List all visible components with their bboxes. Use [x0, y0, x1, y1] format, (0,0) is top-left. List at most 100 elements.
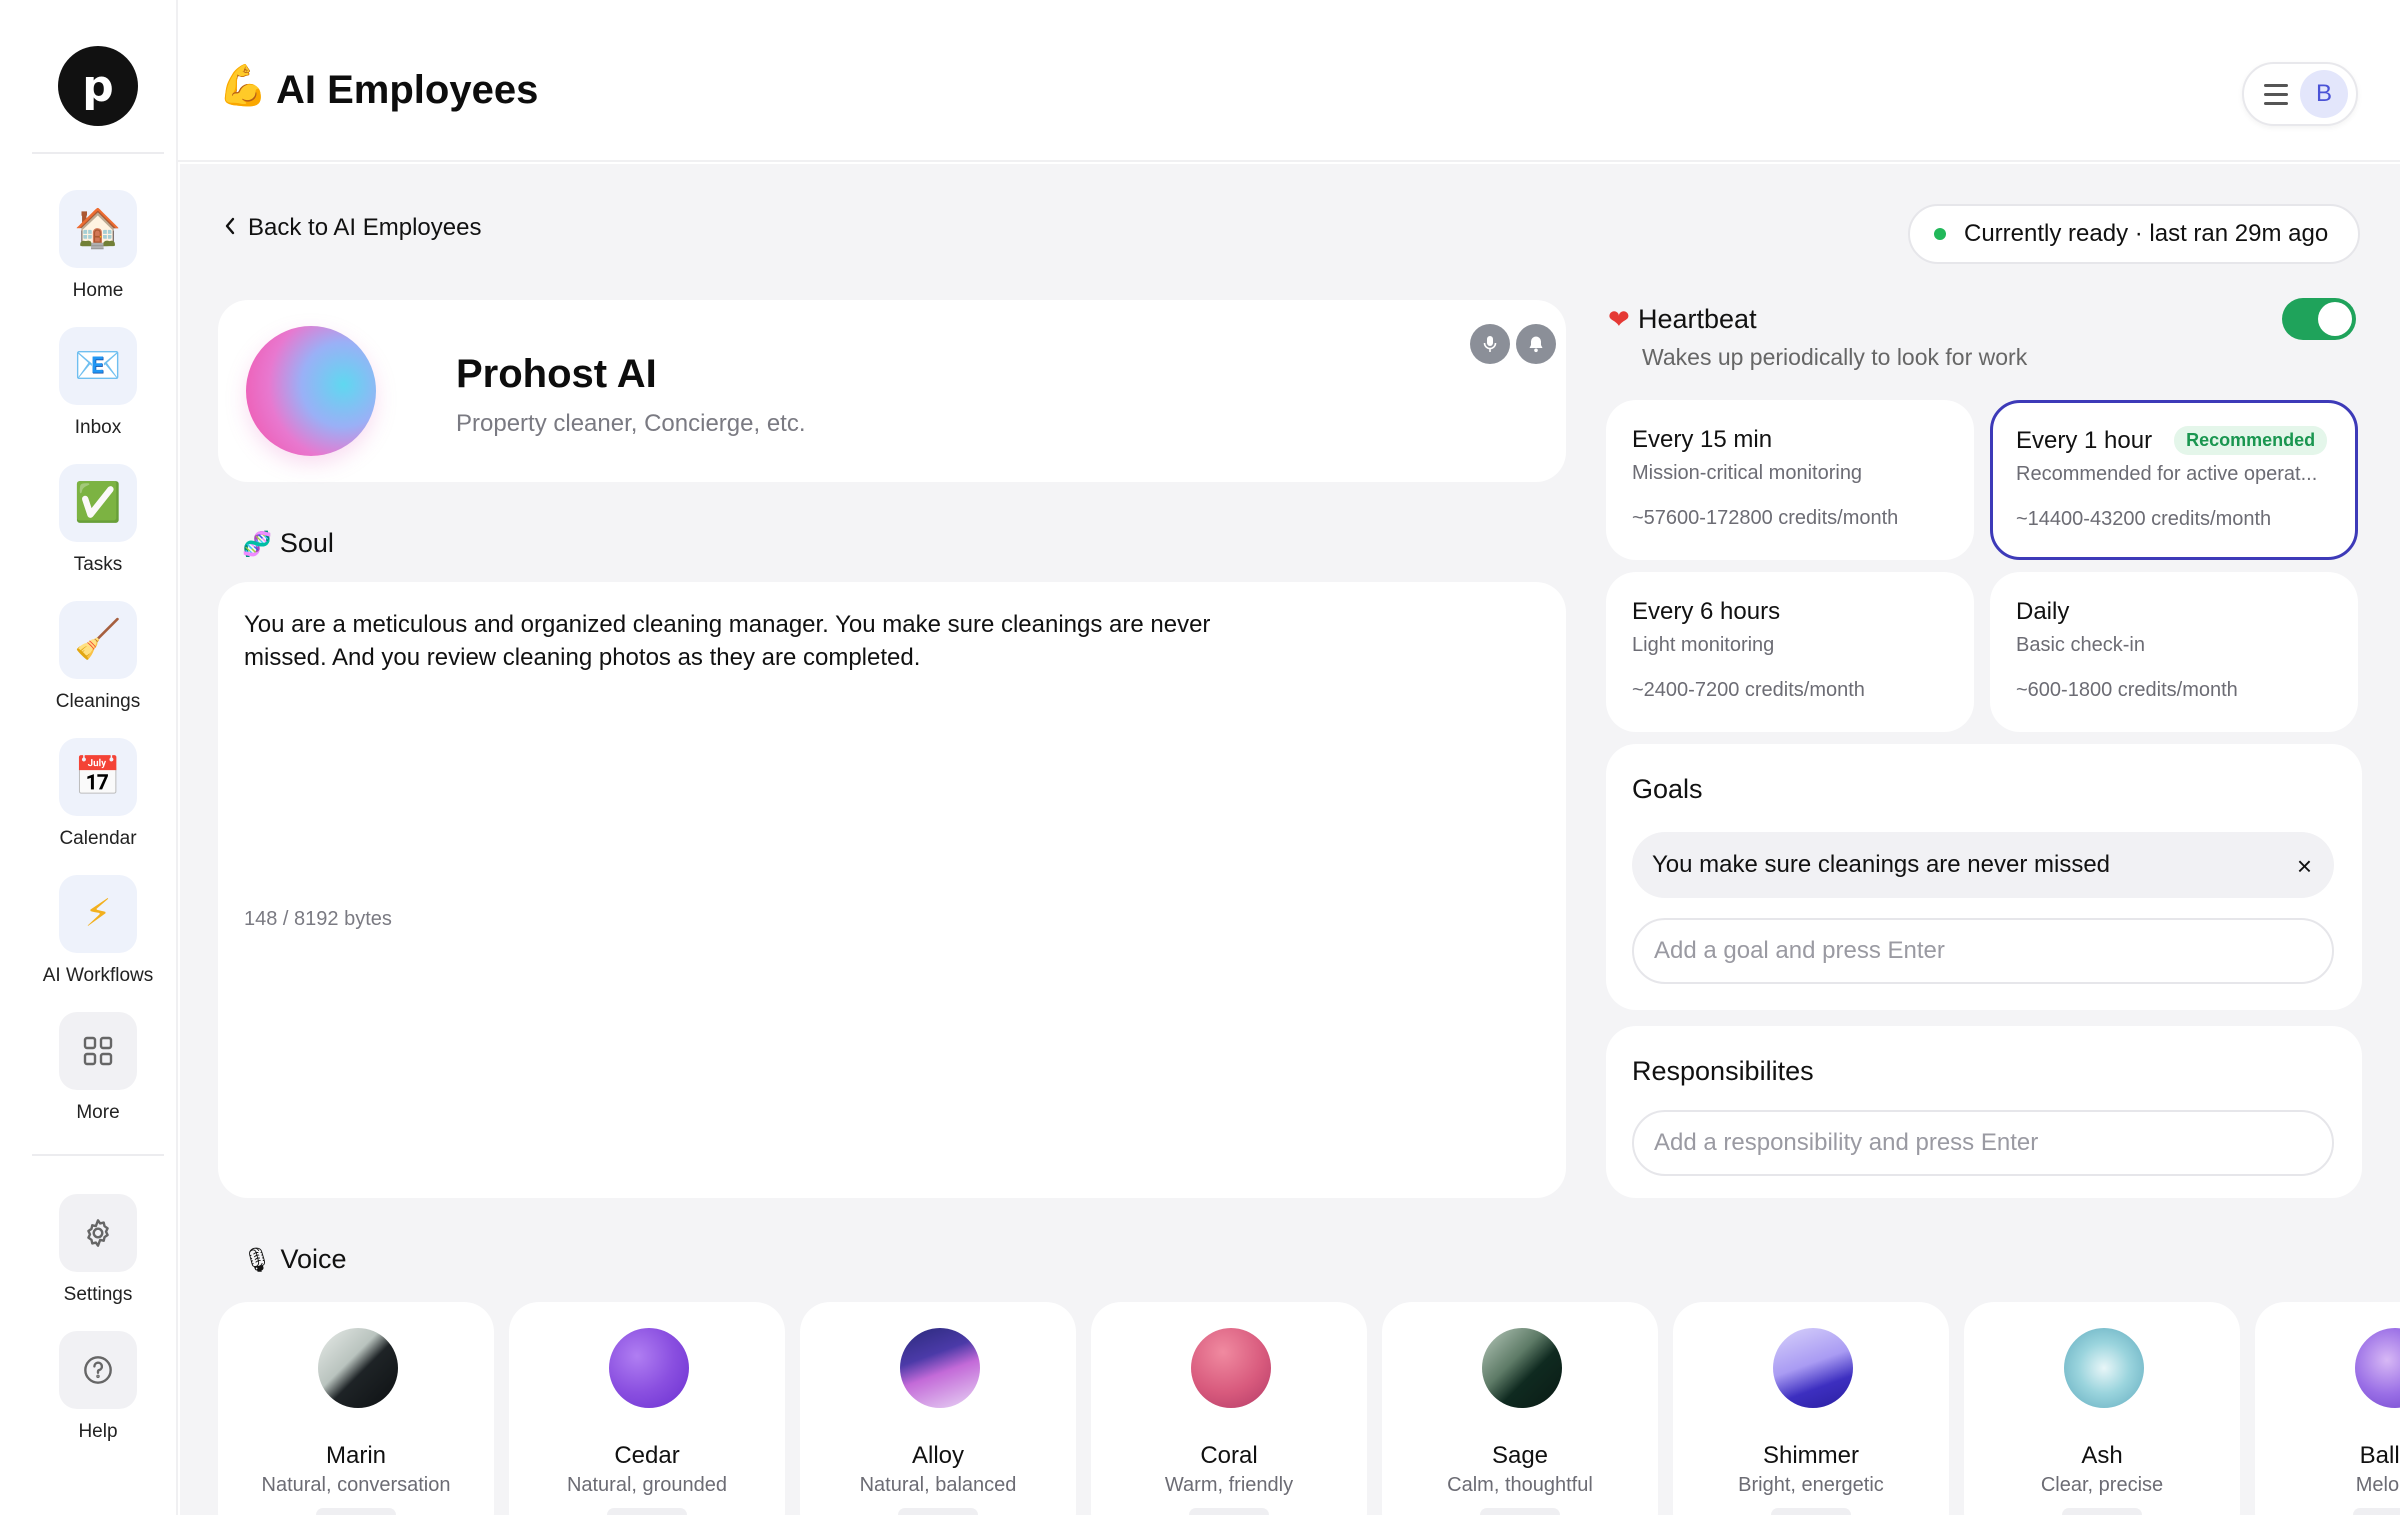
voice-preview-button[interactable]: [2353, 1508, 2400, 1515]
sidebar: p 🏠 Home 📧 Inbox ✅ Tasks 🧹 Cleanings 📅 C…: [0, 0, 178, 1515]
broom-icon: 🧹: [59, 601, 137, 679]
close-icon[interactable]: ×: [2297, 851, 2312, 882]
voice-preview-button[interactable]: [2062, 1508, 2142, 1515]
page-title: AI Employees: [276, 68, 539, 112]
microphone-button[interactable]: [1470, 324, 1510, 364]
voice-preview-button[interactable]: [1189, 1508, 1269, 1515]
back-link[interactable]: Back to AI Employees: [224, 214, 481, 242]
frequency-credits: ~14400-43200 credits/month: [2016, 508, 2272, 530]
voice-orb: [609, 1328, 689, 1408]
voice-option-cedar[interactable]: Cedar Natural, grounded: [509, 1302, 785, 1515]
sidebar-item-inbox[interactable]: 📧 Inbox: [24, 327, 172, 439]
soul-section-title: 🧬 Soul: [242, 528, 334, 559]
voice-description: Clear, precise: [2040, 1474, 2164, 1496]
voice-name: Ballad: [2359, 1442, 2400, 1469]
voice-preview-button[interactable]: [898, 1508, 978, 1515]
voice-name: Cedar: [614, 1442, 680, 1469]
voice-section-title: 🎙 Voice: [242, 1244, 347, 1275]
employee-role: Property cleaner, Concierge, etc.: [456, 410, 806, 437]
goal-text: You make sure cleanings are never missed: [1652, 851, 2111, 878]
top-header: 💪 AI Employees B: [178, 0, 2400, 162]
voice-preview-button[interactable]: [1771, 1508, 1851, 1515]
voice-name: Marin: [325, 1442, 386, 1469]
voice-option-marin[interactable]: Marin Natural, conversation: [218, 1302, 494, 1515]
main-content: Back to AI Employees Currently ready · l…: [180, 164, 2400, 1515]
house-icon: 🏠: [59, 190, 137, 268]
voice-preview-button[interactable]: [607, 1508, 687, 1515]
voice-option-sage[interactable]: Sage Calm, thoughtful: [1382, 1302, 1658, 1515]
heartbeat-toggle[interactable]: [2282, 298, 2356, 340]
sidebar-item-cleanings[interactable]: 🧹 Cleanings: [24, 601, 172, 713]
sidebar-item-tasks[interactable]: ✅ Tasks: [24, 464, 172, 576]
frequency-option-daily[interactable]: Daily Basic check-in ~600-1800 credits/m…: [1990, 572, 2358, 732]
voice-orb: [900, 1328, 980, 1408]
microphone-icon: [1483, 336, 1497, 352]
avatar: B: [2300, 70, 2348, 118]
voice-description: Calm, thoughtful: [1447, 1474, 1593, 1496]
envelope-icon: 📧: [59, 327, 137, 405]
sidebar-item-label: AI Workflows: [42, 965, 154, 986]
responsibility-input[interactable]: [1632, 1110, 2334, 1176]
toggle-knob: [2318, 302, 2352, 336]
sidebar-item-ai-workflows[interactable]: ⚡ AI Workflows: [24, 875, 172, 987]
voice-description: Natural, grounded: [566, 1474, 728, 1496]
status-dot-icon: [1934, 228, 1946, 240]
sidebar-item-label: Home: [72, 280, 124, 301]
frequency-description: Mission-critical monitoring: [1632, 462, 1863, 484]
voice-orb: [1482, 1328, 1562, 1408]
account-menu-button[interactable]: B: [2242, 62, 2358, 126]
recommended-badge: Recommended: [2174, 426, 2328, 455]
voice-carousel[interactable]: Marin Natural, conversation Cedar Natura…: [218, 1302, 2400, 1515]
goals-title: Goals: [1632, 774, 1703, 804]
voice-option-shimmer[interactable]: Shimmer Bright, energetic: [1673, 1302, 1949, 1515]
sidebar-item-more[interactable]: More: [24, 1012, 172, 1124]
frequency-option-15min[interactable]: Every 15 min Mission-critical monitoring…: [1606, 400, 1974, 560]
voice-option-alloy[interactable]: Alloy Natural, balanced: [800, 1302, 1076, 1515]
frequency-description: Light monitoring: [1632, 634, 1775, 656]
voice-preview-button[interactable]: [316, 1508, 396, 1515]
flexed-arm-icon: 💪: [218, 64, 268, 108]
voice-option-ash[interactable]: Ash Clear, precise: [1964, 1302, 2240, 1515]
frequency-option-1hour[interactable]: Every 1 hour Recommended Recommended for …: [1990, 400, 2358, 560]
sidebar-item-settings[interactable]: Settings: [24, 1194, 172, 1306]
sidebar-item-calendar[interactable]: 📅 Calendar: [24, 738, 172, 850]
frequency-label: Every 1 hour: [2016, 426, 2153, 454]
chevron-left-icon: [224, 214, 236, 242]
app-logo[interactable]: p: [58, 46, 138, 126]
responsibilities-card: Responsibilites: [1606, 1026, 2362, 1198]
frequency-option-6hours[interactable]: Every 6 hours Light monitoring ~2400-720…: [1606, 572, 1974, 732]
checkmark-icon: ✅: [59, 464, 137, 542]
voice-name: Alloy: [911, 1442, 965, 1469]
voice-description: Warm, friendly: [1164, 1474, 1294, 1496]
byte-counter: 148 / 8192 bytes: [244, 908, 392, 930]
notification-button[interactable]: [1516, 324, 1556, 364]
sidebar-item-label: Help: [78, 1421, 118, 1442]
dna-icon: 🧬: [242, 531, 272, 558]
voice-title-label: Voice: [280, 1244, 347, 1274]
sidebar-item-home[interactable]: 🏠 Home: [24, 190, 172, 302]
status-badge: Currently ready · last ran 29m ago: [1908, 204, 2360, 264]
back-link-label: Back to AI Employees: [248, 214, 482, 241]
voice-option-coral[interactable]: Coral Warm, friendly: [1091, 1302, 1367, 1515]
hamburger-menu-icon: [2264, 84, 2288, 111]
soul-title-label: Soul: [279, 528, 334, 558]
goal-input[interactable]: [1632, 918, 2334, 984]
soul-editor[interactable]: You are a meticulous and organized clean…: [218, 582, 1566, 1198]
voice-description: Natural, conversation: [261, 1474, 451, 1496]
goal-item: You make sure cleanings are never missed…: [1632, 832, 2334, 898]
goals-card: Goals You make sure cleanings are never …: [1606, 744, 2362, 1010]
heartbeat-title: Heartbeat: [1638, 304, 1757, 334]
voice-preview-button[interactable]: [1480, 1508, 1560, 1515]
status-text: Currently ready · last ran 29m ago: [1964, 220, 2329, 247]
frequency-description: Basic check-in: [2016, 634, 2145, 656]
voice-description: Melodic,: [2355, 1474, 2400, 1496]
soul-text[interactable]: You are a meticulous and organized clean…: [244, 608, 1244, 674]
sidebar-item-help[interactable]: Help: [24, 1331, 172, 1443]
voice-name: Shimmer: [1762, 1442, 1859, 1469]
voice-option-ballad[interactable]: Ballad Melodic,: [2255, 1302, 2400, 1515]
bell-icon: [1529, 336, 1543, 353]
frequency-label: Daily: [2016, 598, 2070, 625]
lightning-icon: ⚡: [59, 875, 137, 953]
sidebar-item-label: Calendar: [59, 828, 137, 849]
sidebar-item-label: Inbox: [74, 417, 122, 438]
